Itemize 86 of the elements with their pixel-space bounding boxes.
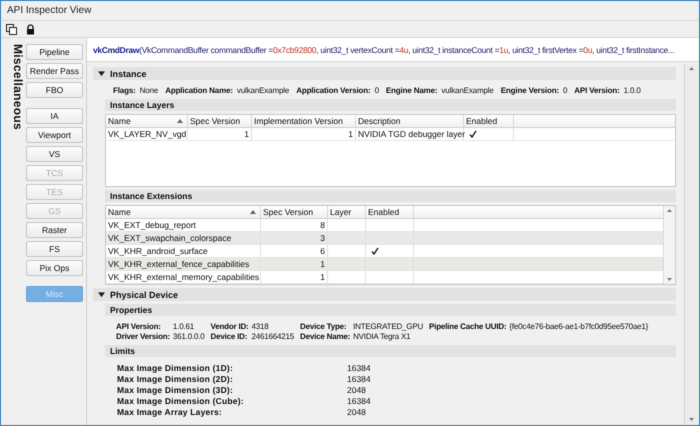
- field-label: Application Version:: [296, 86, 371, 95]
- column-header[interactable]: Enabled: [464, 115, 514, 127]
- field-label: Driver Version:: [116, 332, 170, 341]
- field-label: Max Image Dimension (1D):: [117, 363, 234, 374]
- table-cell: 1: [252, 128, 356, 141]
- field-value: 2048: [347, 385, 367, 396]
- field-value: 0: [562, 86, 568, 95]
- field-value: 16384: [347, 396, 372, 407]
- subsection-header: Instance Layers: [105, 99, 676, 111]
- table-cell: NVIDIA TGD debugger layer: [356, 128, 464, 141]
- field-value: 16384: [347, 374, 372, 385]
- subsection-header: Limits: [105, 345, 676, 357]
- table-cell: 1: [261, 271, 328, 284]
- stage-button[interactable]: VS: [26, 146, 83, 162]
- table-cell: VK_KHR_external_memory_capabilities: [106, 271, 261, 284]
- field-label: Vendor ID:: [210, 322, 249, 331]
- subsection-header: Properties: [105, 304, 676, 316]
- column-header[interactable]: Implementation Version: [252, 115, 356, 127]
- field-label: Engine Name:: [386, 86, 438, 95]
- table-cell: 3: [261, 232, 328, 245]
- field-value: None: [140, 86, 158, 95]
- field-value: vulkanExample: [441, 86, 494, 95]
- column-header[interactable]: Spec Version: [261, 206, 328, 218]
- stage-button[interactable]: Pix Ops: [26, 260, 83, 276]
- field-value: 0: [374, 86, 379, 95]
- field-value: 16384: [347, 363, 372, 374]
- stage-button[interactable]: Viewport: [26, 127, 83, 143]
- field-value: INTEGRATED_GPU: [353, 322, 424, 331]
- field-label: Application Name:: [165, 86, 233, 95]
- copy-icon[interactable]: [6, 24, 17, 34]
- section-header[interactable]: Instance: [93, 67, 676, 80]
- section-title: Physical Device: [110, 290, 178, 300]
- field-label: Max Image Dimension (Cube):: [117, 396, 245, 407]
- table-cell: [328, 271, 366, 284]
- field-label: Engine Version:: [500, 86, 559, 95]
- table-cell: 1: [188, 128, 252, 141]
- field-label: Device Name:: [300, 332, 350, 341]
- table-cell: VK_EXT_swapchain_colorspace: [106, 232, 261, 245]
- scrollbar[interactable]: [684, 64, 698, 424]
- table-cell: VK_LAYER_NV_vgd: [106, 128, 188, 141]
- field-label: Flags:: [113, 86, 136, 95]
- column-header[interactable]: Description: [356, 115, 464, 127]
- field-value: 2048: [347, 407, 367, 418]
- column-header[interactable]: Spec Version: [188, 115, 252, 127]
- sidebar-title: Miscellaneous: [11, 44, 25, 130]
- field-value: 4318: [252, 322, 270, 331]
- field-label: API Version:: [574, 86, 620, 95]
- field-label: Max Image Dimension (3D):: [117, 385, 234, 396]
- window-title: API Inspector View: [7, 5, 92, 16]
- field-label: Device ID:: [210, 332, 248, 341]
- section-header[interactable]: Physical Device: [93, 288, 676, 301]
- field-label: Max Image Dimension (2D):: [117, 374, 234, 385]
- field-value: 361.0.0.0: [172, 332, 204, 341]
- field-label: Pipeline Cache UUID:: [429, 322, 506, 331]
- field-value: 1.0.61: [172, 322, 195, 331]
- stage-button[interactable]: Pipeline: [26, 44, 83, 60]
- column-header[interactable]: Enabled: [366, 206, 414, 218]
- stage-button[interactable]: Raster: [26, 222, 83, 238]
- field-label: API Version:: [116, 322, 162, 331]
- column-header[interactable]: Name: [106, 115, 188, 127]
- subsection-header: Instance Extensions: [105, 190, 676, 202]
- stage-button[interactable]: FS: [26, 241, 83, 257]
- collapse-arrow-icon[interactable]: [98, 70, 105, 77]
- column-header[interactable]: Name: [106, 206, 261, 218]
- field-value: {fe0c4e76-bae6-ae1-b7fc0d95ee570ae1}: [509, 322, 648, 331]
- scroll-down-icon[interactable]: [689, 418, 694, 421]
- collapse-arrow-icon[interactable]: [98, 291, 105, 298]
- stage-button[interactable]: FBO: [26, 82, 83, 98]
- scroll-up-icon[interactable]: [667, 209, 672, 212]
- field-value: 2461664215: [252, 332, 294, 341]
- stage-button[interactable]: IA: [26, 108, 83, 124]
- field-value: vulkanExample: [236, 86, 290, 95]
- field-value: NVIDIA Tegra X1: [353, 332, 412, 341]
- table-cell: VK_KHR_external_fence_capabilities: [106, 258, 261, 271]
- stage-button[interactable]: Render Pass: [26, 63, 83, 79]
- table-cell: 1: [261, 258, 328, 271]
- scroll-up-icon[interactable]: [689, 67, 694, 70]
- scroll-down-icon[interactable]: [667, 278, 672, 281]
- field-label: Device Type:: [300, 322, 348, 331]
- field-label: Max Image Array Layers:: [117, 407, 223, 418]
- scrollbar[interactable]: [663, 206, 675, 284]
- section-title: Instance: [110, 68, 147, 78]
- function-call-text: vkCmdDraw(VkCommandBuffer commandBuffer =0x7cb92800, uint32_t vertexCount =4u, uint32_t instanceCount =1u, uint32_t firstVertex =0u, uint32_t firstInstance...: [87, 38, 699, 62]
- field-value: 1.0.0: [624, 86, 641, 95]
- column-header[interactable]: Layer: [328, 206, 366, 218]
- lock-icon[interactable]: [25, 24, 36, 34]
